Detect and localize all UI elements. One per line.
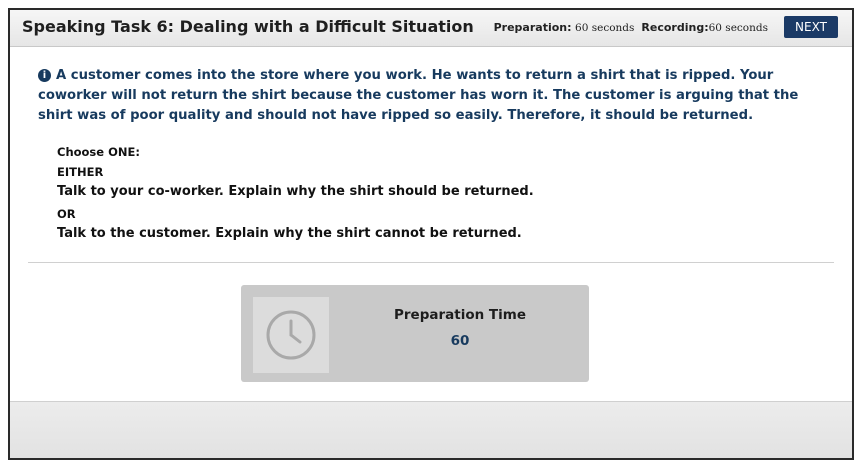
- clock-icon: [266, 310, 316, 360]
- timing-info: Preparation: 60 seconds Recording:60 sec…: [494, 21, 768, 34]
- either-label: EITHER: [57, 165, 104, 179]
- footer-bar: [10, 401, 852, 458]
- preparation-value: 60 seconds: [575, 22, 635, 34]
- preparation-timer-panel: Preparation Time 60: [241, 285, 589, 382]
- page-title: Speaking Task 6: Dealing with a Difficul…: [22, 17, 474, 36]
- task-window: Speaking Task 6: Dealing with a Difficul…: [8, 8, 854, 460]
- section-divider: [28, 262, 834, 263]
- info-icon: i: [38, 69, 51, 82]
- header-bar: Speaking Task 6: Dealing with a Difficul…: [10, 10, 852, 47]
- preparation-time-countdown: 60: [450, 333, 470, 349]
- option-coworker: Talk to your co-worker. Explain why the …: [57, 184, 534, 199]
- preparation-label: Preparation:: [493, 21, 572, 34]
- preparation-time-label: Preparation Time: [394, 307, 526, 323]
- recording-label: Recording:: [641, 21, 709, 34]
- recording-value: 60 seconds: [708, 22, 768, 34]
- or-label: OR: [57, 207, 76, 221]
- next-button[interactable]: NEXT: [784, 16, 838, 38]
- prompt-text: A customer comes into the store where yo…: [38, 68, 799, 123]
- option-customer: Talk to the customer. Explain why the sh…: [57, 226, 522, 241]
- clock-tile: [253, 297, 329, 373]
- task-prompt: iA customer comes into the store where y…: [38, 66, 808, 126]
- choose-instruction: Choose ONE:: [57, 145, 140, 159]
